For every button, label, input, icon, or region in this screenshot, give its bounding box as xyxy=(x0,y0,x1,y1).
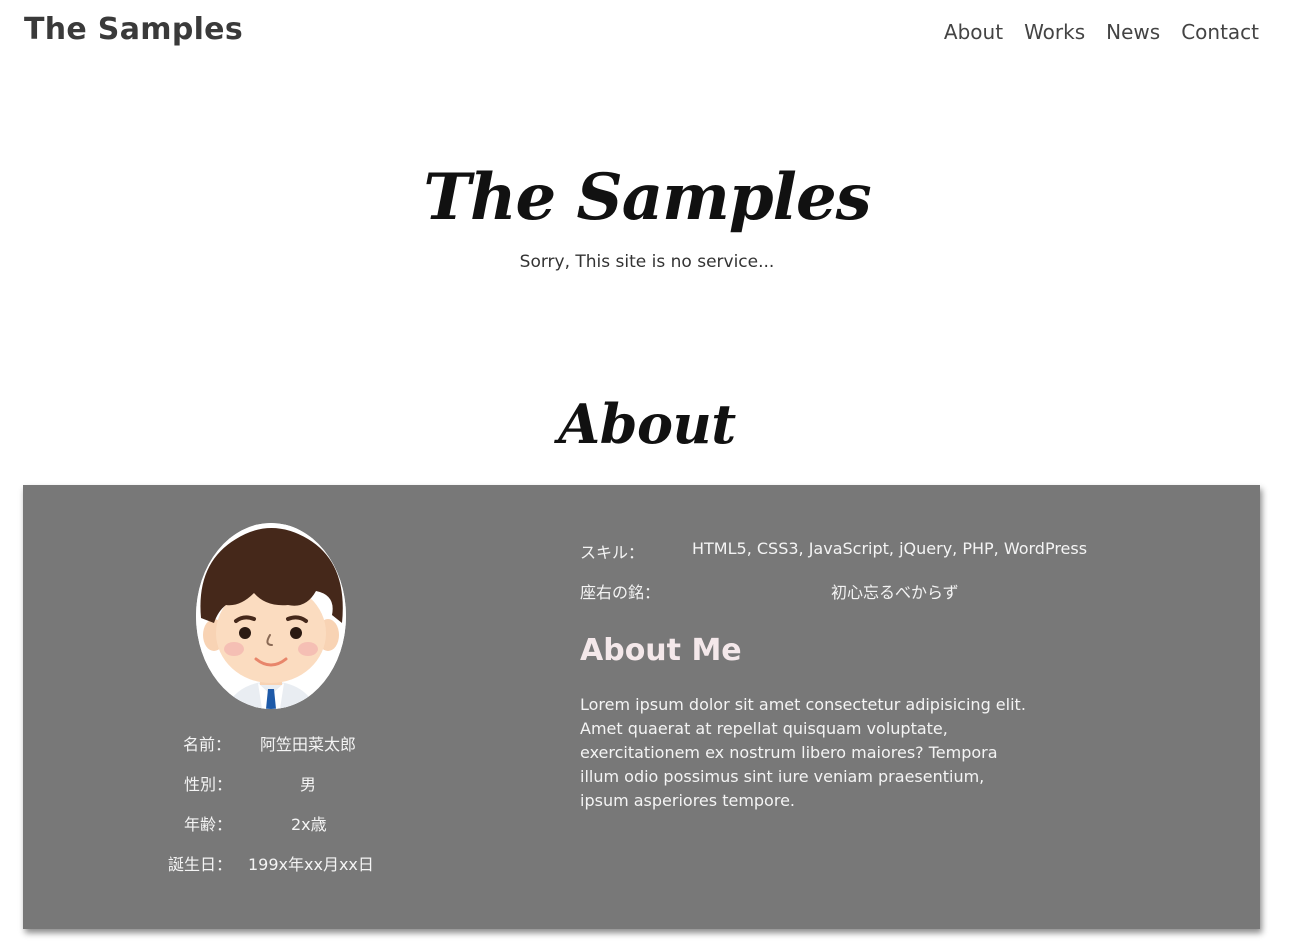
profile-row-name: 名前： 阿笠田菜太郎 xyxy=(23,731,523,755)
nav-news-link[interactable]: News xyxy=(1106,20,1160,44)
nav-about-link[interactable]: About xyxy=(944,20,1003,44)
avatar xyxy=(196,523,346,709)
profile-label: 誕生日： xyxy=(168,855,233,874)
skills-label: スキル： xyxy=(580,543,645,562)
hero-subtitle: Sorry, This site is no service... xyxy=(519,252,775,272)
motto-label: 座右の銘： xyxy=(580,583,661,602)
profile-row-gender: 性別： 男 xyxy=(23,771,523,795)
boy-avatar-icon xyxy=(196,523,346,709)
main-nav: About Works News Contact xyxy=(944,20,1259,44)
nav-contact-link[interactable]: Contact xyxy=(1181,20,1259,44)
profile-label: 性別： xyxy=(184,775,233,794)
profile-row-birthday: 誕生日： 199x年xx月xx日 xyxy=(23,851,523,875)
profile-value: 2x歳 xyxy=(291,815,327,834)
profile-value: 阿笠田菜太郎 xyxy=(260,735,357,754)
site-header: The Samples About Works News Contact xyxy=(0,0,1294,70)
profile-label: 年齢： xyxy=(184,815,233,834)
about-card: 名前： 阿笠田菜太郎 性別： 男 年齢： 2x歳 誕生日： 199x年xx月xx… xyxy=(23,485,1260,929)
profile-row-age: 年齢： 2x歳 xyxy=(23,811,523,835)
about-section-title: About xyxy=(558,392,736,456)
hero-section: The Samples Sorry, This site is no servi… xyxy=(0,150,1294,272)
nav-works-link[interactable]: Works xyxy=(1024,20,1085,44)
profile-value: 199x年xx月xx日 xyxy=(248,855,374,874)
profile-label: 名前： xyxy=(183,735,232,754)
site-logo[interactable]: The Samples xyxy=(24,12,243,47)
about-me-title: About Me xyxy=(580,633,742,668)
hero-title: The Samples xyxy=(423,160,871,235)
motto-value: 初心忘るべからず xyxy=(831,583,959,602)
profile-value: 男 xyxy=(300,775,317,794)
about-me-body: Lorem ipsum dolor sit amet consectetur a… xyxy=(580,695,1026,810)
skills-value: HTML5, CSS3, JavaScript, jQuery, PHP, Wo… xyxy=(692,539,1088,558)
